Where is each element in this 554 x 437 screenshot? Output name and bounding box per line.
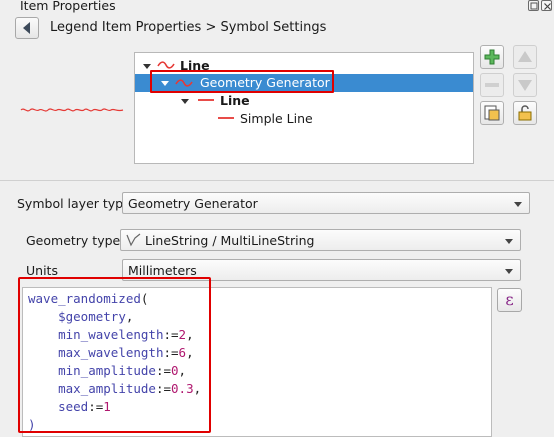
plus-icon bbox=[484, 49, 500, 65]
move-up-button[interactable] bbox=[513, 45, 537, 69]
chevron-down-icon bbox=[514, 202, 522, 207]
units-label: Units bbox=[26, 263, 58, 278]
unlock-icon bbox=[518, 105, 532, 121]
chevron-down-icon bbox=[505, 269, 513, 274]
combo-value: Geometry Generator bbox=[128, 196, 258, 211]
combo-value: Millimeters bbox=[128, 263, 197, 278]
symbol-layer-tree[interactable]: Line Geometry Generator Line Simple Line bbox=[134, 52, 474, 164]
line-icon bbox=[218, 117, 234, 119]
tree-item-label: Simple Line bbox=[240, 111, 313, 126]
divider bbox=[0, 180, 554, 181]
symbol-layer-type-label: Symbol layer type bbox=[17, 196, 131, 211]
expand-arrow-icon[interactable] bbox=[143, 64, 151, 69]
move-down-button[interactable] bbox=[513, 73, 537, 97]
breadcrumb: Legend Item Properties > Symbol Settings bbox=[50, 20, 327, 35]
expand-arrow-icon[interactable] bbox=[181, 99, 189, 104]
combo-value: LineString / MultiLineString bbox=[145, 233, 315, 248]
line-icon bbox=[198, 99, 214, 101]
symbol-preview bbox=[20, 108, 124, 112]
geometry-type-combo[interactable]: LineString / MultiLineString bbox=[120, 229, 521, 251]
tree-item-line-sub[interactable]: Line bbox=[135, 92, 473, 110]
tree-item-simple-line[interactable]: Simple Line bbox=[135, 110, 473, 128]
linestring-icon bbox=[126, 233, 141, 247]
minus-icon bbox=[485, 83, 499, 87]
chevron-down-icon bbox=[505, 239, 513, 244]
duplicate-icon bbox=[484, 105, 500, 121]
float-window-button[interactable] bbox=[528, 0, 539, 11]
code-highlight-box bbox=[18, 277, 211, 433]
geometry-type-label: Geometry type bbox=[26, 233, 121, 248]
tree-item-label: Line bbox=[220, 93, 250, 108]
wave-line-icon bbox=[157, 61, 175, 69]
back-arrow-icon bbox=[23, 22, 30, 34]
window-title: Item Properties bbox=[20, 0, 116, 13]
duplicate-symbol-layer-button[interactable] bbox=[480, 101, 504, 125]
close-icon bbox=[544, 3, 551, 10]
remove-symbol-layer-button[interactable] bbox=[480, 73, 504, 97]
float-icon bbox=[530, 2, 538, 10]
close-window-button[interactable] bbox=[541, 0, 552, 11]
arrow-up-icon bbox=[518, 51, 532, 62]
arrow-down-icon bbox=[518, 80, 532, 91]
selection-highlight-box bbox=[150, 70, 334, 93]
expression-builder-button[interactable]: ε bbox=[497, 288, 522, 312]
add-symbol-layer-button[interactable] bbox=[480, 45, 504, 69]
symbol-layer-type-combo[interactable]: Geometry Generator bbox=[122, 192, 530, 214]
lock-layer-color-button[interactable] bbox=[513, 101, 537, 125]
back-button[interactable] bbox=[15, 17, 39, 39]
